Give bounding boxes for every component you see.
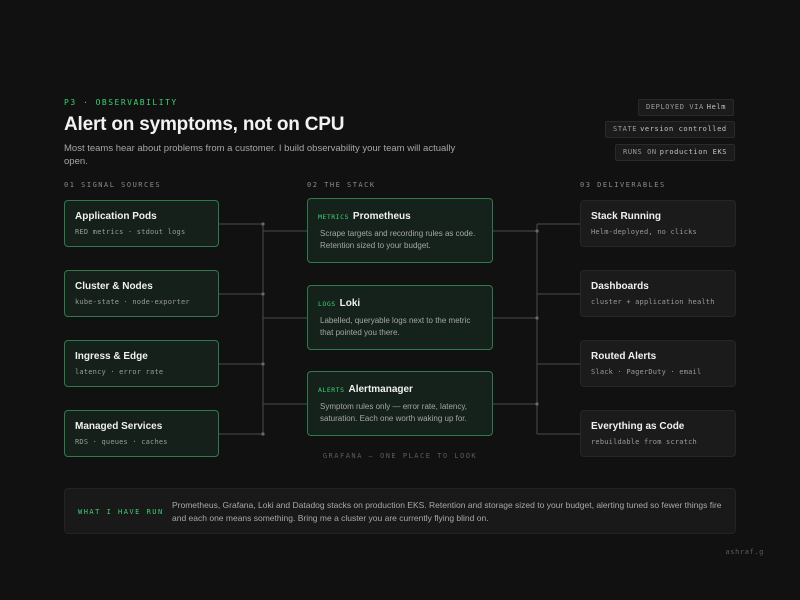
card-title: Prometheus <box>352 211 411 222</box>
badge-deployed-via: DEPLOYED VIA Helm <box>638 99 735 116</box>
stack-card-prometheus: METRICS Prometheus Scrape targets and rec… <box>307 198 493 263</box>
card-subtitle: latency · error rate <box>75 368 164 376</box>
badge-label: RUNS ON <box>623 148 657 156</box>
column-heading-stack: 02 THE STACK <box>307 181 376 189</box>
page-title: Alert on symptoms, not on CPU <box>64 114 345 135</box>
card-title: Alertmanager <box>348 384 413 395</box>
card-title: Ingress & Edge <box>75 351 148 362</box>
card-subtitle: RED metrics · stdout logs <box>75 228 186 236</box>
badge-runs-on: RUNS ON production EKS <box>615 144 736 161</box>
page-subtitle: Most teams hear about problems from a cu… <box>64 143 456 167</box>
card-title: Dashboards <box>591 281 649 292</box>
card-description: Labelled, queryable logs next to the met… <box>320 316 471 337</box>
stack-caption: GRAFANA — ONE PLACE TO LOOK <box>322 452 478 460</box>
card-title: Managed Services <box>75 421 163 432</box>
experience-footer: WHAT I HAVE RUN Prometheus, Grafana, Lok… <box>64 488 736 534</box>
card-subtitle: Slack · PagerDuty · email <box>591 368 702 376</box>
badge-state: STATE version controlled <box>605 121 735 138</box>
card-title: Cluster & Nodes <box>75 281 153 292</box>
stack-tag: ALERTS <box>318 386 345 394</box>
card-title: Application Pods <box>75 211 157 222</box>
card-title: Stack Running <box>591 211 662 222</box>
card-subtitle: kube-state · node-exporter <box>75 298 190 306</box>
card-title: Loki <box>339 298 361 309</box>
card-description: Scrape targets and recording rules as co… <box>320 229 476 250</box>
badge-label: DEPLOYED VIA <box>646 103 704 111</box>
source-card-cluster-nodes: Cluster & Nodes kube-state · node-export… <box>64 270 219 317</box>
card-subtitle: rebuildable from scratch <box>591 438 697 446</box>
badge-value: production EKS <box>659 148 728 156</box>
stack-card-loki: LOGS Loki Labelled, queryable logs next t… <box>307 285 493 350</box>
deliverable-card-routed-alerts: Routed Alerts Slack · PagerDuty · email <box>580 340 736 387</box>
footer-label: WHAT I HAVE RUN <box>78 508 164 516</box>
deliverable-card-everything-as-code: Everything as Code rebuildable from scra… <box>580 410 736 457</box>
source-card-application-pods: Application Pods RED metrics · stdout lo… <box>64 200 219 247</box>
column-heading-sources: 01 SIGNAL SOURCES <box>64 181 162 189</box>
deliverable-card-stack-running: Stack Running Helm-deployed, no clicks <box>580 200 736 247</box>
stack-card-alertmanager: ALERTS Alertmanager Symptom rules only — … <box>307 371 493 436</box>
badge-label: STATE <box>613 125 638 133</box>
signature: ashraf.g <box>725 548 764 556</box>
card-subtitle: cluster + application health <box>591 298 715 306</box>
stack-tag: LOGS <box>318 300 336 308</box>
card-description: Symptom rules only — error rate, latency… <box>320 402 468 423</box>
deliverable-card-dashboards: Dashboards cluster + application health <box>580 270 736 317</box>
badge-value: version controlled <box>640 125 727 133</box>
column-heading-deliverables: 03 DELIVERABLES <box>580 181 666 189</box>
card-subtitle: RDS · queues · caches <box>75 438 168 446</box>
card-title: Routed Alerts <box>591 351 657 362</box>
card-title: Everything as Code <box>591 421 685 432</box>
badge-value: Helm <box>706 103 727 111</box>
section-eyebrow: P3 · OBSERVABILITY <box>64 98 178 107</box>
footer-text: Prometheus, Grafana, Loki and Datadog st… <box>172 500 722 523</box>
stack-tag: METRICS <box>318 213 349 221</box>
source-card-managed-services: Managed Services RDS · queues · caches <box>64 410 219 457</box>
source-card-ingress-edge: Ingress & Edge latency · error rate <box>64 340 219 387</box>
card-subtitle: Helm-deployed, no clicks <box>591 228 697 236</box>
